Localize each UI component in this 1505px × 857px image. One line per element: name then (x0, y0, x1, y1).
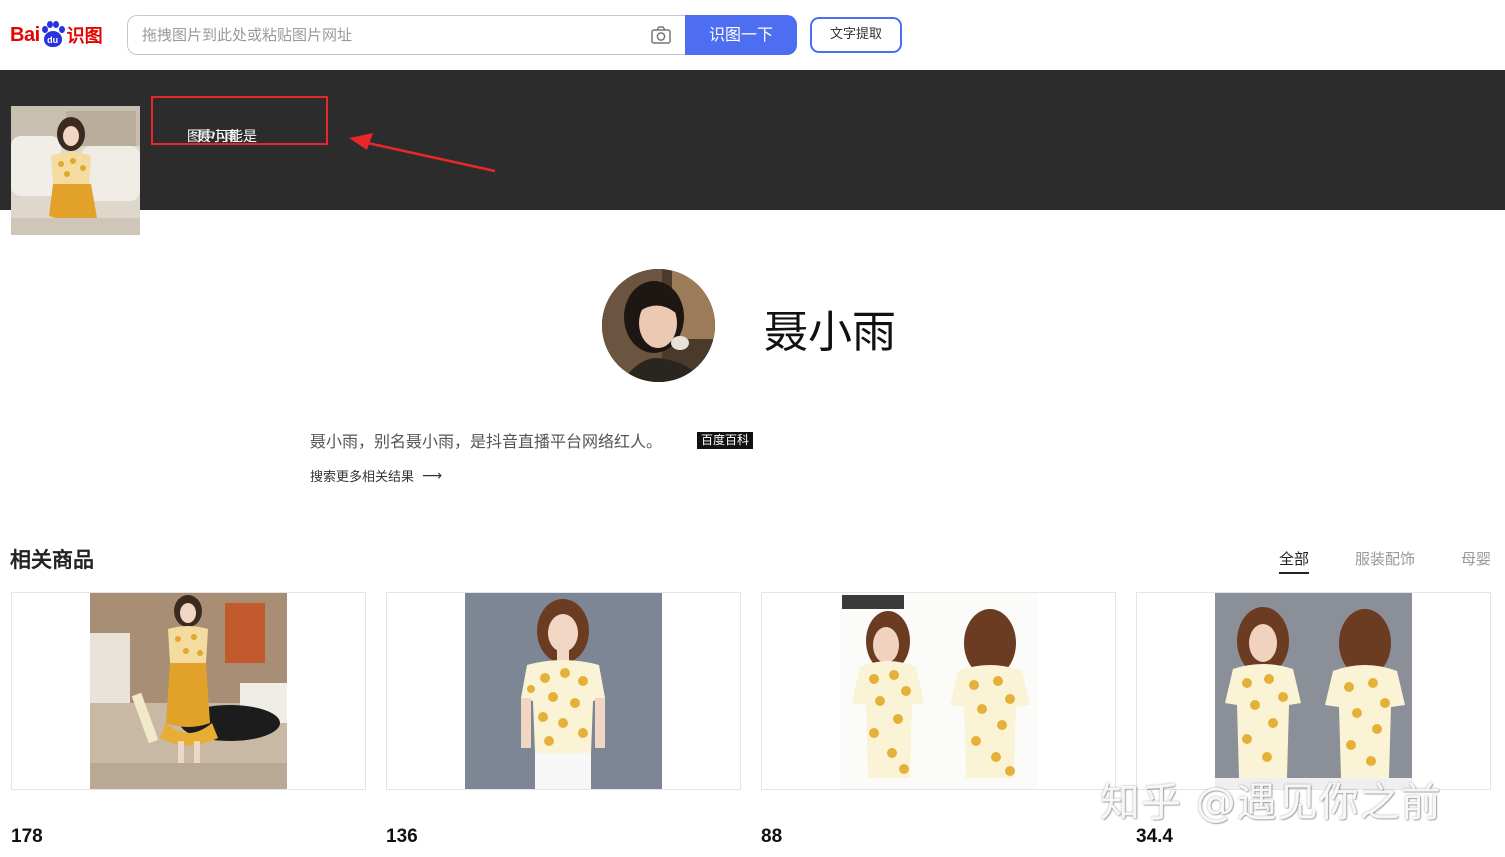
person-avatar[interactable] (602, 269, 715, 382)
baike-badge[interactable]: 百度百科 (697, 432, 754, 449)
logo-shitu-text: 识图 (66, 26, 103, 47)
top-bar: Bai du 识图 识图一下 文字提取 (0, 0, 1505, 70)
camera-icon[interactable] (651, 26, 671, 44)
product-image (840, 593, 1037, 789)
search-button[interactable]: 识图一下 (685, 15, 797, 55)
product-card[interactable] (761, 592, 1116, 790)
related-products-title: 相关商品 (10, 548, 94, 572)
recognition-result-box[interactable]: 图中可能是 聂小雨 (151, 96, 328, 145)
paw-icon: du (41, 21, 65, 49)
maybe-name: 聂小雨 (197, 129, 239, 145)
search-box (127, 15, 687, 55)
tab-apparel[interactable]: 服装配饰 (1355, 548, 1415, 574)
annotation-arrow-icon (349, 133, 496, 173)
product-card[interactable] (11, 592, 366, 790)
product-tabs: 全部 服装配饰 母婴 (1233, 548, 1491, 574)
logo-du-text: du (43, 31, 62, 47)
more-results-link[interactable]: 搜索更多相关结果 ⟶ (310, 466, 443, 486)
arrow-right-icon: ⟶ (422, 467, 443, 484)
product-price: 34.4 (1136, 826, 1173, 847)
query-image-thumbnail[interactable] (11, 106, 140, 235)
search-input[interactable] (128, 16, 628, 54)
product-price: 136 (386, 826, 418, 847)
product-image (465, 593, 662, 789)
product-card[interactable] (1136, 592, 1491, 790)
product-price: 178 (11, 826, 43, 847)
product-image (90, 593, 287, 789)
logo-bai-text: Bai (10, 23, 40, 46)
text-extract-button[interactable]: 文字提取 (810, 17, 902, 53)
tab-all[interactable]: 全部 (1278, 548, 1309, 574)
more-results-label: 搜索更多相关结果 (310, 470, 415, 485)
person-description: 聂小雨，别名聂小雨，是抖音直播平台网络红人。 (310, 432, 663, 451)
product-card[interactable] (386, 592, 741, 790)
watermark-text: 知乎 @遇见你之前 (1100, 780, 1442, 826)
baidu-shitu-logo[interactable]: Bai du 识图 (10, 17, 103, 53)
product-image (1215, 593, 1412, 789)
person-name: 聂小雨 (764, 307, 896, 358)
product-price: 88 (761, 826, 783, 847)
tab-mother-baby[interactable]: 母婴 (1461, 548, 1491, 574)
